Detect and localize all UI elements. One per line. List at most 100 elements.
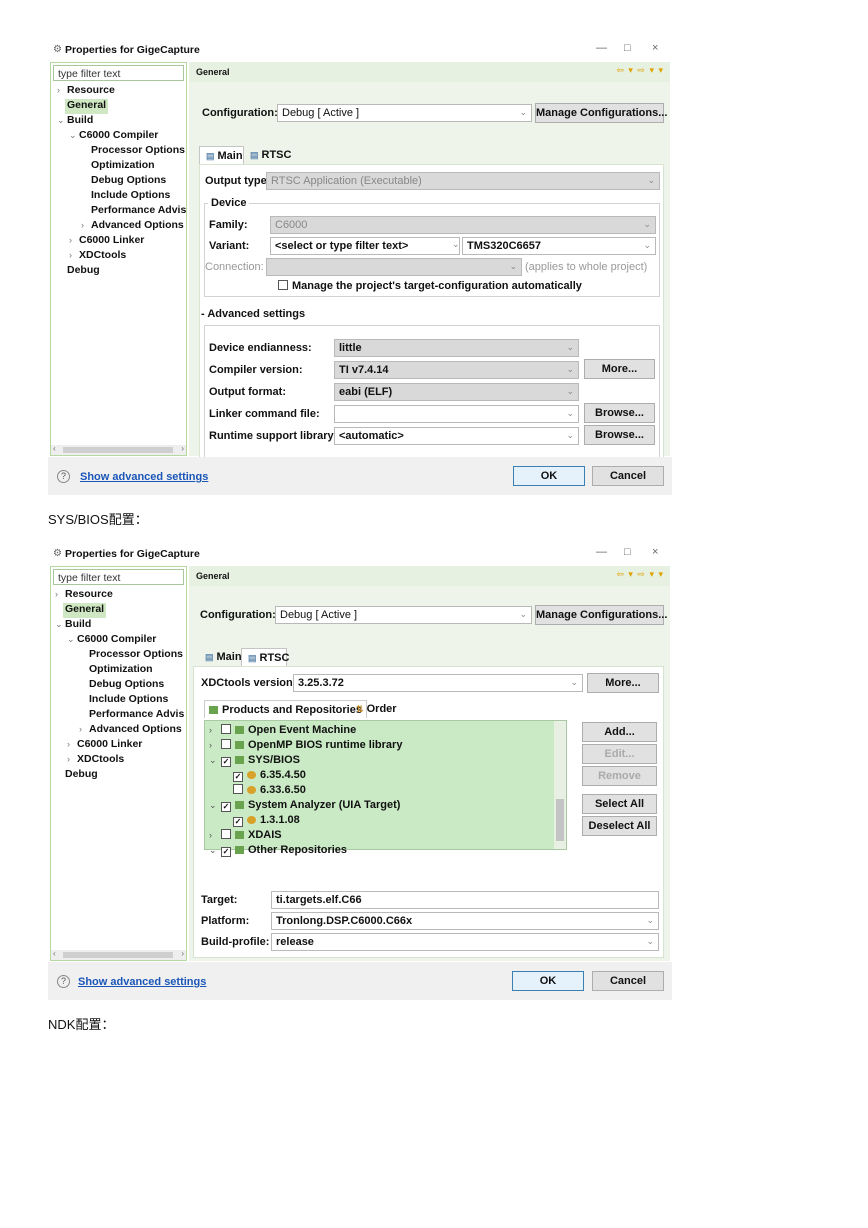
scroll-right-icon[interactable]: › <box>181 949 184 958</box>
runtime-support-library-select[interactable]: <automatic> ⌄ <box>334 427 579 445</box>
back-forward-icon[interactable]: ⇦ ▾ ⇨ ▾ ▾ <box>616 65 664 76</box>
checkbox-icon[interactable] <box>233 784 243 794</box>
variant-filter-input[interactable]: <select or type filter text> <box>270 237 460 255</box>
configuration-select[interactable]: Debug [ Active ] ⌄ <box>275 606 532 624</box>
filter-input[interactable]: type filter text <box>53 569 184 585</box>
configuration-select[interactable]: Debug [ Active ] ⌄ <box>277 104 532 122</box>
checkbox-checked-icon[interactable]: ✓ <box>221 847 231 857</box>
minimize-button[interactable]: — <box>596 42 607 54</box>
repo-openmp-bios[interactable]: › OpenMP BIOS runtime library <box>209 739 402 754</box>
more-button[interactable]: More... <box>584 359 655 379</box>
show-advanced-settings-link[interactable]: Show advanced settings <box>80 471 208 483</box>
more-button[interactable]: More... <box>587 673 659 693</box>
cancel-button[interactable]: Cancel <box>592 466 664 486</box>
close-button[interactable]: × <box>652 42 658 54</box>
scroll-left-icon[interactable]: ‹ <box>53 949 56 958</box>
tree-item-debug[interactable]: Debug <box>65 768 98 783</box>
close-button[interactable]: × <box>652 546 658 558</box>
tree-item-optimization[interactable]: Optimization <box>91 159 155 174</box>
tree-item-debug-options[interactable]: Debug Options <box>91 174 166 189</box>
build-profile-select[interactable]: release ⌄ <box>271 933 659 951</box>
target-input[interactable]: ti.targets.elf.C66 <box>271 891 659 909</box>
tree-item-processor-options[interactable]: Processor Options <box>91 144 185 159</box>
tree-item-performance-advisor[interactable]: Performance Advis <box>91 204 186 219</box>
family-select[interactable]: C6000 ⌄ <box>270 216 656 234</box>
scroll-thumb[interactable] <box>63 447 173 453</box>
tree-item-c6000-compiler[interactable]: ⌄ C6000 Compiler <box>69 129 158 144</box>
maximize-button[interactable]: □ <box>624 546 631 558</box>
platform-select[interactable]: Tronlong.DSP.C6000.C66x ⌄ <box>271 912 659 930</box>
compiler-version-select[interactable]: TI v7.4.14 ⌄ <box>334 361 579 379</box>
select-all-button[interactable]: Select All <box>582 794 657 814</box>
scroll-thumb[interactable] <box>556 799 564 841</box>
back-forward-icon[interactable]: ⇦ ▾ ⇨ ▾ ▾ <box>616 569 664 580</box>
repo-other-repositories[interactable]: ⌄ ✓ Other Repositories <box>209 844 347 857</box>
manage-configurations-button[interactable]: Manage Configurations... <box>535 605 667 625</box>
checkbox-checked-icon[interactable]: ✓ <box>233 772 243 782</box>
version-1-3-1-08[interactable]: ✓ 1.3.1.08 <box>233 814 300 829</box>
browse-linker-button[interactable]: Browse... <box>584 403 655 423</box>
help-icon[interactable]: ? <box>57 975 70 988</box>
linker-command-file-select[interactable]: ⌄ <box>334 405 579 423</box>
tab-products-repositories[interactable]: Products and Repositories <box>204 700 367 718</box>
ok-button[interactable]: OK <box>512 971 584 991</box>
xdctools-version-select[interactable]: 3.25.3.72 ⌄ <box>293 674 583 692</box>
vertical-scrollbar[interactable] <box>554 721 566 849</box>
checkbox-checked-icon[interactable]: ✓ <box>221 802 231 812</box>
checkbox-checked-icon[interactable]: ✓ <box>221 757 231 767</box>
tree-item-performance-advisor[interactable]: Performance Advis <box>89 708 184 723</box>
cancel-button[interactable]: Cancel <box>592 971 664 991</box>
minimize-button[interactable]: — <box>596 546 607 558</box>
variant-select[interactable]: TMS320C6657 ⌄ <box>462 237 656 255</box>
scroll-thumb[interactable] <box>63 952 173 958</box>
tree-item-debug[interactable]: Debug <box>67 264 100 279</box>
checkbox-icon[interactable] <box>221 724 231 734</box>
scroll-right-icon[interactable]: › <box>181 444 184 453</box>
scroll-left-icon[interactable]: ‹ <box>53 444 56 453</box>
tree-item-c6000-linker[interactable]: › C6000 Linker <box>69 234 144 249</box>
output-type-select[interactable]: RTSC Application (Executable) ⌄ <box>266 172 660 190</box>
repo-open-event-machine[interactable]: › Open Event Machine <box>209 724 356 739</box>
help-icon[interactable]: ? <box>57 470 70 483</box>
browse-runtime-button[interactable]: Browse... <box>584 425 655 445</box>
tree-item-general[interactable]: General <box>65 99 109 114</box>
manage-target-checkbox[interactable]: Manage the project's target-configuratio… <box>278 280 582 292</box>
tree-item-xdctools[interactable]: › XDCtools <box>69 249 126 264</box>
tree-item-build[interactable]: ⌄ Build <box>55 618 91 633</box>
tree-item-build[interactable]: ⌄ Build <box>57 114 93 129</box>
tree-item-advanced-options[interactable]: › Advanced Options <box>79 723 182 738</box>
tree-item-debug-options[interactable]: Debug Options <box>89 678 164 693</box>
tree-item-resource[interactable]: › Resource <box>57 84 115 99</box>
maximize-button[interactable]: □ <box>624 42 631 54</box>
show-advanced-settings-link[interactable]: Show advanced settings <box>78 976 206 988</box>
deselect-all-button[interactable]: Deselect All <box>582 816 657 836</box>
horizontal-scrollbar[interactable]: ‹ › <box>51 949 186 960</box>
device-endianness-select[interactable]: little ⌄ <box>334 339 579 357</box>
tree-item-general[interactable]: General <box>63 603 107 618</box>
checkbox-checked-icon[interactable]: ✓ <box>233 817 243 827</box>
checkbox-icon[interactable] <box>221 739 231 749</box>
repo-sys-bios[interactable]: ⌄ ✓ SYS/BIOS <box>209 754 300 769</box>
ok-button[interactable]: OK <box>513 466 585 486</box>
tree-item-c6000-compiler[interactable]: ⌄ C6000 Compiler <box>67 633 156 648</box>
output-format-select[interactable]: eabi (ELF) ⌄ <box>334 383 579 401</box>
horizontal-scrollbar[interactable]: ‹ › <box>51 444 186 455</box>
repo-system-analyzer[interactable]: ⌄ ✓ System Analyzer (UIA Target) <box>209 799 400 814</box>
tree-item-resource[interactable]: › Resource <box>55 588 113 603</box>
edit-button[interactable]: Edit... <box>582 744 657 764</box>
manage-configurations-button[interactable]: Manage Configurations... <box>535 103 667 123</box>
repo-xdais[interactable]: › XDAIS <box>209 829 282 844</box>
tree-item-xdctools[interactable]: › XDCtools <box>67 753 124 768</box>
tab-main[interactable]: ▤ Main <box>199 146 244 164</box>
version-6-35-4-50[interactable]: ✓ 6.35.4.50 <box>233 769 306 784</box>
tree-item-processor-options[interactable]: Processor Options <box>89 648 183 663</box>
tab-order[interactable]: ⇅ Order <box>356 703 397 715</box>
add-button[interactable]: Add... <box>582 722 657 742</box>
tree-item-include-options[interactable]: Include Options <box>89 693 168 708</box>
filter-input[interactable]: type filter text <box>53 65 184 81</box>
tree-item-include-options[interactable]: Include Options <box>91 189 170 204</box>
checkbox-icon[interactable] <box>221 829 231 839</box>
connection-select[interactable]: ⌄ <box>266 258 522 276</box>
tree-item-c6000-linker[interactable]: › C6000 Linker <box>67 738 142 753</box>
tree-item-advanced-options[interactable]: › Advanced Options <box>81 219 184 234</box>
